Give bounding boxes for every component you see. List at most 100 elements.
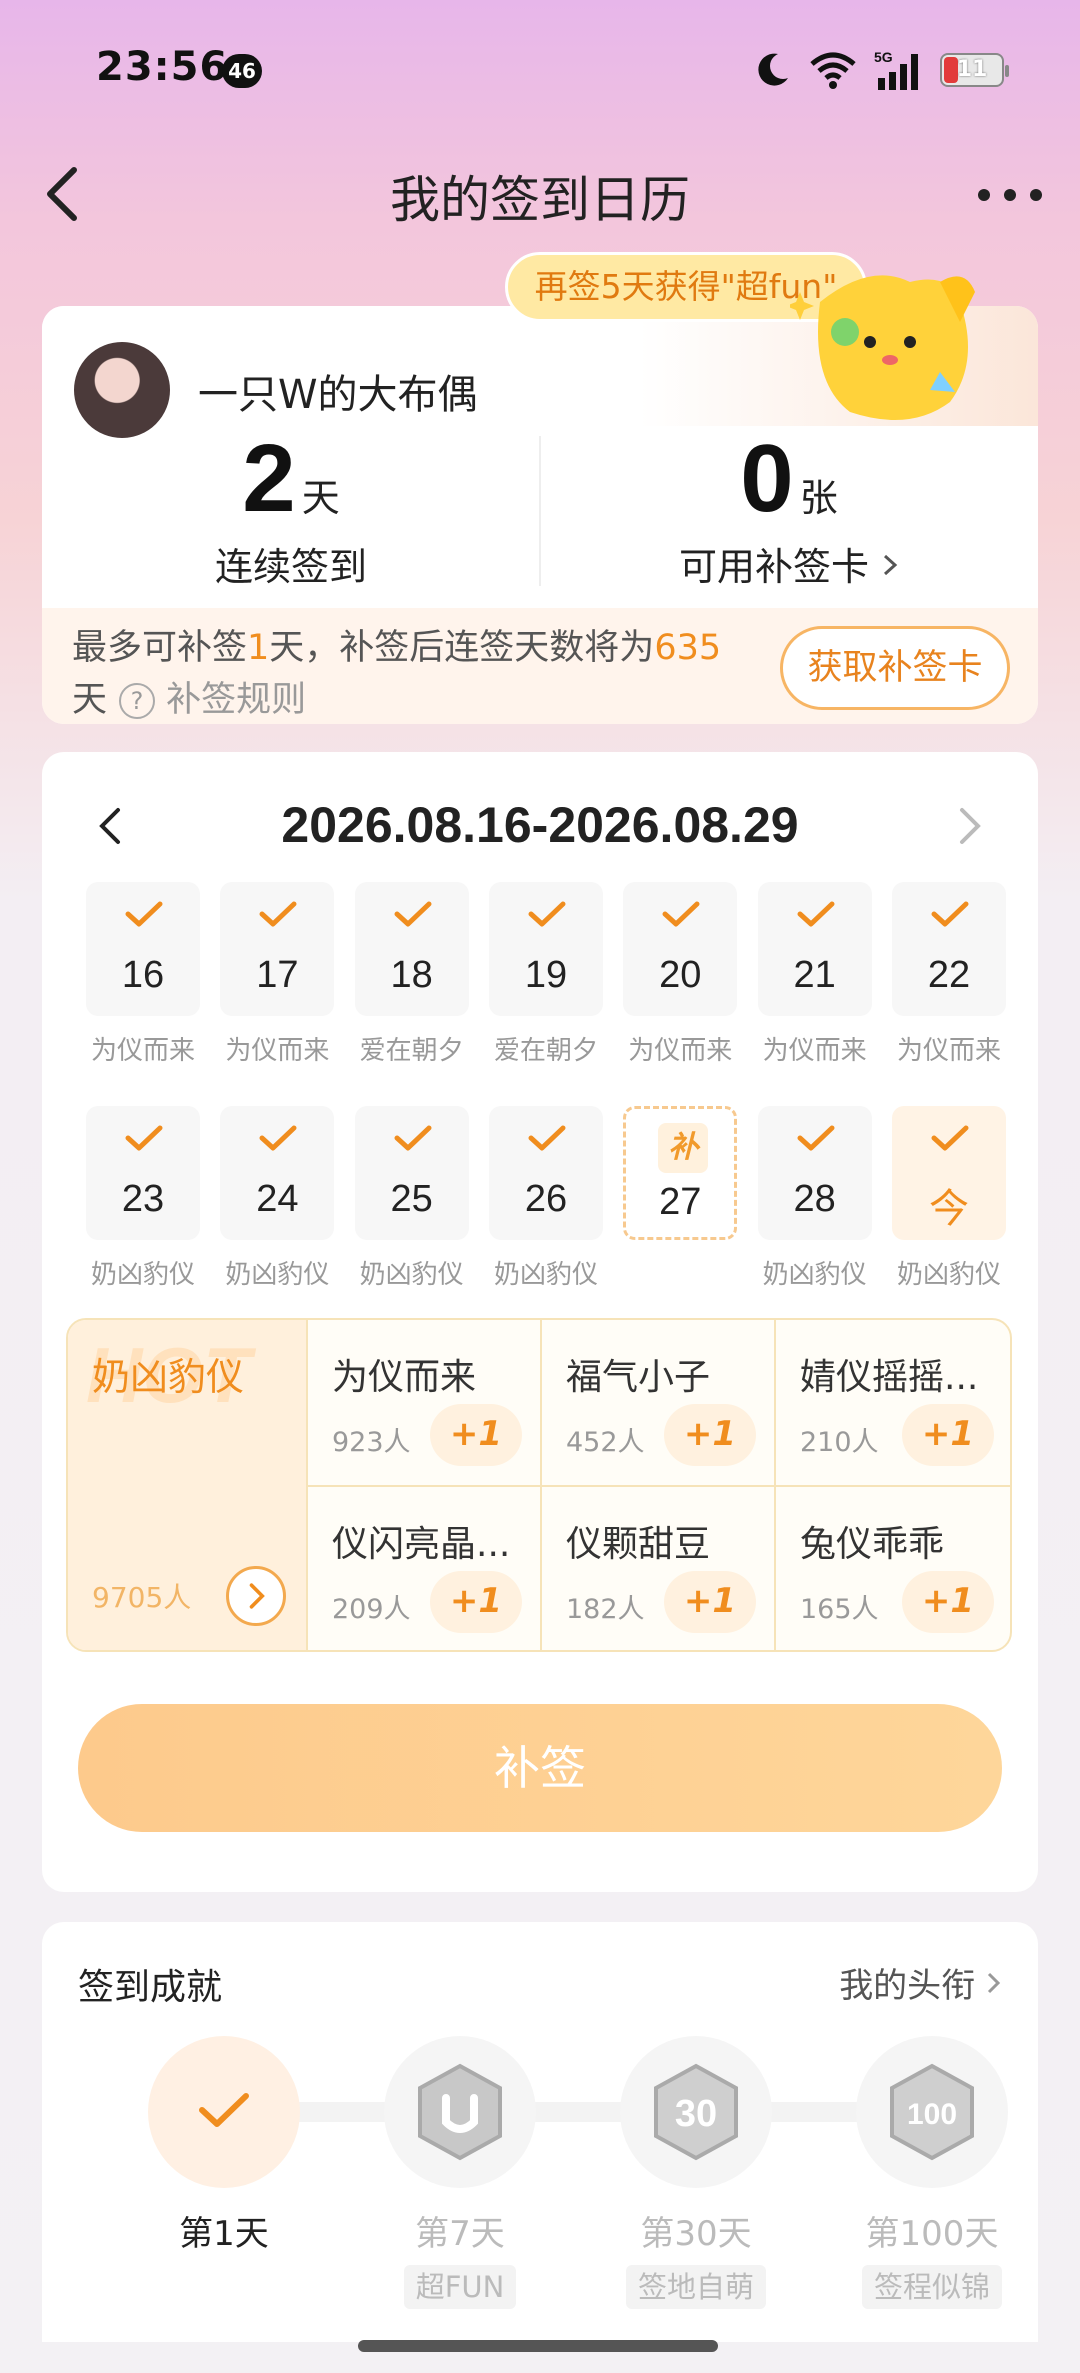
topic-count: 209人 [332, 1594, 411, 1625]
plus-one-button[interactable]: +1 [902, 1571, 994, 1633]
check-icon [797, 1125, 835, 1151]
day-label: 为仪而来 [628, 1036, 733, 1066]
cards-label-row[interactable]: 可用补签卡 [540, 536, 1038, 591]
calendar-card: 2026.08.16-2026.08.29 16 为仪而来 17 为仪而来 18 爱在… [42, 752, 1038, 1892]
streak-label: 连续签到 [214, 545, 367, 589]
check-icon [931, 901, 969, 927]
topic-item[interactable]: 兔仪乖乖 165人 +1 [774, 1485, 1010, 1650]
day-number: 24 [256, 1178, 299, 1220]
chevron-right-icon[interactable] [226, 1566, 286, 1626]
mascot-icon [790, 275, 975, 420]
next-week-icon[interactable] [938, 796, 998, 856]
day-item[interactable]: 17 为仪而来 [220, 882, 335, 1067]
rule-link[interactable]: 补签规则 [166, 680, 306, 720]
streak-value: 2 [242, 425, 296, 532]
question-icon[interactable]: ? [119, 683, 156, 719]
day-item[interactable]: 16 为仪而来 [86, 882, 200, 1067]
plus-one-button[interactable]: +1 [430, 1571, 522, 1633]
home-indicator[interactable] [358, 2340, 718, 2352]
day-label: 爱在朝夕 [359, 1036, 464, 1066]
topic-name: 兔仪乖乖 [800, 1524, 945, 1565]
topic-name: 婧仪摇摇... [800, 1357, 979, 1398]
topic-name: 仪颗甜豆 [566, 1524, 711, 1565]
makeup-sign-button[interactable]: 补签 [78, 1704, 1002, 1832]
day-item[interactable]: 26 奶凶豹仪 [488, 1106, 603, 1291]
day-item[interactable]: 21 为仪而来 [757, 882, 872, 1067]
achievement-day: 第7天 [415, 2214, 505, 2254]
topic-count: 165人 [800, 1594, 879, 1625]
featured-topic[interactable]: HOT 奶凶豹仪 9705人 [68, 1320, 306, 1650]
get-card-button[interactable]: 获取补签卡 [780, 626, 1010, 710]
chevron-right-icon [987, 1972, 1001, 1994]
check-icon [394, 901, 432, 927]
plus-one-button[interactable]: +1 [664, 1571, 756, 1633]
day-number: 19 [524, 954, 568, 996]
achievement-tag: 签地自萌 [625, 2265, 766, 2309]
check-icon [259, 901, 297, 927]
makeup-bar: 最多可补签1天，补签后连签天数将为635 天? 补签规则 获取补签卡 [42, 608, 1038, 724]
day-number: 16 [121, 954, 165, 996]
topic-item[interactable]: 仪颗甜豆 182人 +1 [540, 1485, 774, 1650]
makeup-mid: 天，补签后连签天数将为 [269, 628, 655, 668]
achievement-day1[interactable]: 第1天 [114, 2036, 334, 2255]
day-number: 今 [928, 1187, 969, 1231]
topic-count: 182人 [566, 1594, 645, 1625]
day-item-missed[interactable]: 补 27 [623, 1106, 738, 1291]
day-item[interactable]: 25 奶凶豹仪 [354, 1106, 469, 1291]
day-item[interactable]: 20 为仪而来 [623, 882, 738, 1067]
page-title: 我的签到日历 [390, 171, 690, 229]
topic-name: 仪闪亮晶... [332, 1524, 511, 1565]
day-item[interactable]: 24 奶凶豹仪 [220, 1106, 335, 1291]
day-label: 为仪而来 [762, 1036, 867, 1066]
topic-count: 452人 [566, 1427, 645, 1458]
plus-one-button[interactable]: +1 [664, 1404, 756, 1466]
achievement-day: 第100天 [865, 2214, 999, 2254]
achievement-day7[interactable]: 第7天 超FUN [350, 2036, 570, 2309]
day-label: 奶凶豹仪 [762, 1260, 867, 1290]
day-item-today[interactable]: 今奶凶豹仪 [891, 1106, 1006, 1291]
day-item[interactable]: 23 奶凶豹仪 [86, 1106, 200, 1291]
moon-icon [758, 53, 788, 86]
check-icon [931, 1125, 969, 1151]
day-item[interactable]: 28 奶凶豹仪 [757, 1106, 872, 1291]
plus-one-button[interactable]: +1 [430, 1404, 522, 1466]
topic-item[interactable]: 婧仪摇摇... 210人 +1 [774, 1320, 1010, 1485]
topic-item[interactable]: 为仪而来 923人 +1 [306, 1320, 540, 1485]
svg-text:30: 30 [675, 2093, 717, 2135]
svg-text:100: 100 [907, 2098, 957, 2131]
check-icon [528, 901, 566, 927]
streak-unit: 天 [301, 476, 340, 520]
topic-item[interactable]: 福气小子 452人 +1 [540, 1320, 774, 1485]
my-titles-link[interactable]: 我的头衔 [839, 1958, 1002, 2007]
day-number: 28 [793, 1178, 836, 1220]
day-number: 27 [659, 1181, 702, 1223]
check-icon [797, 901, 835, 927]
day-label: 爱在朝夕 [493, 1036, 598, 1066]
check-icon [125, 1125, 163, 1151]
day-item[interactable]: 18 爱在朝夕 [354, 882, 469, 1067]
achievement-day100[interactable]: 100 第100天 签程似锦 [822, 2036, 1042, 2309]
achievement-day30[interactable]: 30 第30天 签地自萌 [586, 2036, 806, 2309]
svg-text:5G: 5G [874, 49, 893, 65]
featured-count: 9705人 [92, 1581, 192, 1614]
cards-stat[interactable]: 0张 可用补签卡 [540, 424, 1038, 591]
battery-icon: 11 [940, 53, 1009, 87]
more-icon[interactable] [970, 170, 1050, 220]
day-label: 奶凶豹仪 [359, 1260, 464, 1290]
topic-name: 福气小子 [566, 1357, 711, 1398]
day-label: 奶凶豹仪 [896, 1260, 1001, 1290]
topic-item[interactable]: 仪闪亮晶... 209人 +1 [306, 1485, 540, 1650]
day-number: 26 [524, 1178, 568, 1220]
check-icon [259, 1125, 297, 1151]
network-badge: 46 [222, 54, 262, 88]
plus-one-button[interactable]: +1 [902, 1404, 994, 1466]
nav-bar: 我的签到日历 [0, 140, 1080, 250]
status-bar: 23:56 46 5G 11 [0, 0, 1080, 140]
day-number: 23 [121, 1178, 165, 1220]
makeup-total: 635 [654, 628, 722, 668]
status-icons: 5G 11 [752, 48, 1009, 92]
day-item[interactable]: 19 爱在朝夕 [488, 882, 603, 1067]
date-range: 2026.08.16-2026.08.29 [281, 797, 799, 853]
day-item[interactable]: 22 为仪而来 [891, 882, 1006, 1067]
achievement-day: 第1天 [179, 2214, 269, 2254]
